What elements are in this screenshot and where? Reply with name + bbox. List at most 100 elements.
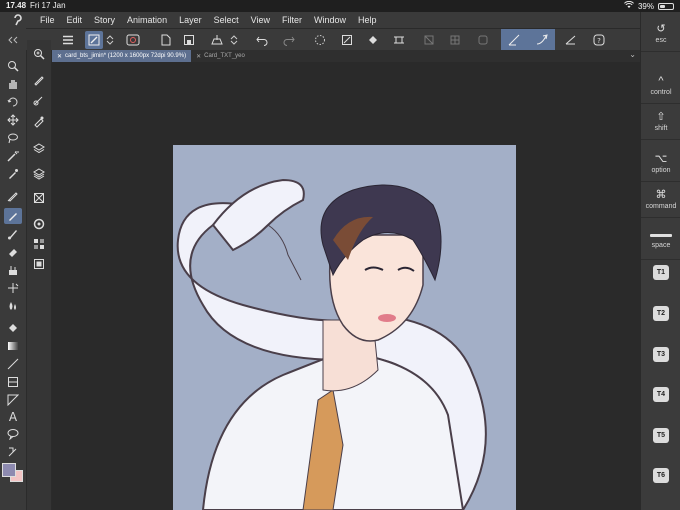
loading-icon[interactable]: [311, 31, 329, 49]
menu-file[interactable]: File: [34, 15, 61, 25]
quick-access-stepper-icon[interactable]: [104, 31, 116, 49]
menu-animation[interactable]: Animation: [121, 15, 173, 25]
snake-tongue: [267, 224, 302, 281]
pen-settings-icon[interactable]: [30, 72, 48, 88]
stroke-vector-icon[interactable]: [533, 31, 551, 49]
balloon-icon[interactable]: [4, 426, 22, 442]
command-icon: ⌘: [655, 189, 667, 201]
svg-text:A: A: [9, 410, 18, 422]
decoration-icon[interactable]: [4, 262, 22, 278]
key-control[interactable]: ^ control: [641, 68, 680, 104]
color-wheel-icon[interactable]: [30, 216, 48, 232]
ruler-icon[interactable]: [4, 392, 22, 408]
artwork-canvas[interactable]: [173, 145, 516, 510]
close-icon[interactable]: ✕: [196, 53, 201, 60]
undo-icon[interactable]: [253, 31, 271, 49]
brush-icon[interactable]: [4, 226, 22, 242]
menu-layer[interactable]: Layer: [173, 15, 208, 25]
menu-story[interactable]: Story: [88, 15, 121, 25]
chevron-down-icon[interactable]: ⌄: [629, 50, 636, 59]
liquify-icon[interactable]: [4, 298, 22, 314]
clip-studio-logo-icon[interactable]: [10, 12, 26, 28]
menu-help[interactable]: Help: [352, 15, 383, 25]
tab-card-bts-jimin[interactable]: ✕ card_bts_jimin* (1200 x 1600px 72dpi 9…: [52, 50, 192, 62]
key-shift[interactable]: ⇧ shift: [641, 104, 680, 140]
ruler-frame-icon[interactable]: [474, 31, 492, 49]
key-label: esc: [655, 37, 667, 44]
menu-filter[interactable]: Filter: [276, 15, 308, 25]
tool-key-t3[interactable]: T3: [653, 347, 669, 362]
fill-bucket-icon[interactable]: [4, 320, 22, 336]
pen-icon[interactable]: [4, 188, 22, 204]
tool-key-t4[interactable]: T4: [653, 387, 669, 402]
eye-target-icon[interactable]: [124, 31, 142, 49]
blend-icon[interactable]: [4, 280, 22, 296]
crop-icon[interactable]: [390, 31, 408, 49]
shift-icon: ⇧: [656, 111, 666, 123]
menu-window[interactable]: Window: [308, 15, 352, 25]
ruler-snap-icon[interactable]: [562, 31, 580, 49]
lasso-icon[interactable]: [4, 130, 22, 146]
artwork-illustration: [176, 178, 487, 510]
hand-icon[interactable]: [4, 76, 22, 92]
rotate-icon[interactable]: [4, 94, 22, 110]
layer-property-icon[interactable]: [30, 166, 48, 182]
eraser-icon[interactable]: [4, 244, 22, 260]
tool-key-t5[interactable]: T5: [653, 428, 669, 443]
line-icon[interactable]: [4, 356, 22, 372]
battery-icon: [658, 2, 674, 10]
tool-key-t6[interactable]: T6: [653, 468, 669, 483]
wifi-icon: [624, 0, 634, 11]
new-canvas-icon[interactable]: [157, 31, 175, 49]
tool-key-t2[interactable]: T2: [653, 306, 669, 321]
key-label: option: [651, 167, 671, 174]
menu-edit[interactable]: Edit: [61, 15, 89, 25]
key-option[interactable]: ⌥ option: [641, 146, 680, 182]
pencil-icon[interactable]: [4, 208, 22, 224]
menu-select[interactable]: Select: [208, 15, 245, 25]
menu-view[interactable]: View: [245, 15, 276, 25]
navigator-icon[interactable]: [30, 190, 48, 206]
frame-border-icon[interactable]: [4, 374, 22, 390]
zoom-in-icon[interactable]: [30, 46, 48, 62]
brush-shape-icon[interactable]: [30, 114, 48, 130]
tab-label: Card_TXT_yeo: [204, 53, 245, 59]
collapse-panel-icon[interactable]: [4, 32, 22, 48]
help-icon[interactable]: ?: [590, 31, 608, 49]
menu-icon[interactable]: [59, 31, 77, 49]
grid-icon[interactable]: [446, 31, 464, 49]
layer-icon[interactable]: [30, 140, 48, 156]
color-set-icon[interactable]: [30, 236, 48, 252]
clear-icon[interactable]: [338, 31, 356, 49]
export-stepper-icon[interactable]: [228, 31, 240, 49]
material-icon[interactable]: [30, 256, 48, 272]
redo-icon[interactable]: [280, 31, 298, 49]
export-icon[interactable]: [208, 31, 226, 49]
save-icon[interactable]: [180, 31, 198, 49]
close-icon[interactable]: ✕: [57, 53, 62, 60]
zoom-icon[interactable]: [4, 58, 22, 74]
text-icon[interactable]: A: [4, 408, 22, 424]
magic-wand-icon[interactable]: [4, 148, 22, 164]
option-icon: ⌥: [654, 153, 668, 165]
command-toolbar: ?: [0, 28, 640, 51]
tab-card-txt[interactable]: ✕ Card_TXT_yeo: [191, 50, 250, 62]
snake-head: [211, 178, 305, 252]
stabilization-icon[interactable]: [30, 92, 48, 108]
tool-key-t1[interactable]: T1: [653, 265, 669, 280]
battery-percent: 39%: [637, 1, 654, 11]
stroke-ruler-icon[interactable]: [505, 31, 523, 49]
eyedropper-icon[interactable]: [4, 166, 22, 182]
gradient-icon[interactable]: [4, 338, 22, 354]
color-swatches[interactable]: [2, 463, 24, 483]
correct-line-icon[interactable]: [4, 444, 22, 460]
canvas-area[interactable]: [52, 62, 640, 510]
quick-access-icon[interactable]: [85, 31, 103, 49]
key-space[interactable]: space: [641, 224, 680, 260]
move-icon[interactable]: [4, 112, 22, 128]
key-command[interactable]: ⌘ command: [641, 182, 680, 218]
transform-icon[interactable]: [420, 31, 438, 49]
main-color-swatch[interactable]: [2, 463, 16, 477]
key-esc[interactable]: ↺ esc: [641, 16, 680, 52]
fill-icon[interactable]: [364, 31, 382, 49]
